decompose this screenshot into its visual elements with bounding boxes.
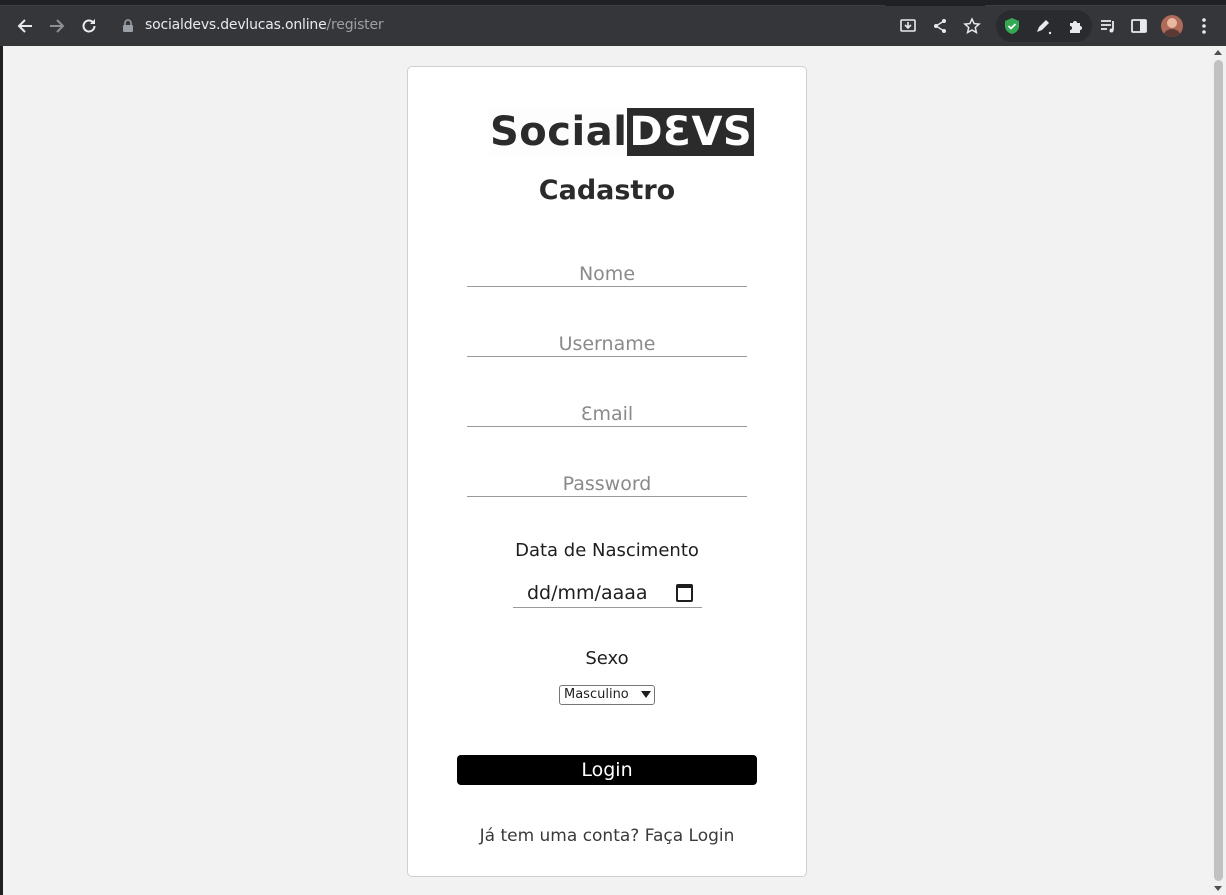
sex-select[interactable]: Masculino <box>559 685 655 705</box>
pen-icon[interactable] <box>1032 15 1054 37</box>
reload-icon[interactable] <box>77 14 101 38</box>
scroll-thumb[interactable] <box>1214 60 1223 881</box>
scroll-down-arrow-icon[interactable] <box>1214 886 1222 891</box>
kebab-menu-icon[interactable] <box>1193 15 1215 37</box>
chevron-down-icon <box>641 691 651 698</box>
back-arrow-icon[interactable] <box>13 14 37 38</box>
forward-arrow-icon[interactable] <box>45 14 69 38</box>
install-icon[interactable] <box>897 15 919 37</box>
media-queue-icon[interactable] <box>1097 15 1119 37</box>
page-title: Cadastro <box>538 175 676 206</box>
puzzle-icon[interactable] <box>1065 15 1087 37</box>
logo-text-devs: DƐVS <box>627 108 755 156</box>
site-logo: Social DƐVS <box>490 108 755 156</box>
birth-date-input[interactable]: dd/mm/aaaa <box>513 580 702 608</box>
url-path: /register <box>326 17 384 33</box>
login-link[interactable]: Já tem uma conta? Faça Login <box>408 826 806 846</box>
password-field[interactable] <box>467 471 747 497</box>
url-text[interactable]: socialdevs.devlucas.online/register <box>145 17 384 33</box>
share-icon[interactable] <box>929 15 951 37</box>
username-field[interactable] <box>467 331 747 357</box>
browser-toolbar: socialdevs.devlucas.online/register <box>0 6 1226 46</box>
sex-selected-value: Masculino <box>564 687 629 702</box>
lock-icon[interactable] <box>122 19 134 38</box>
browser-chrome: socialdevs.devlucas.online/register <box>0 0 1226 46</box>
side-panel-icon[interactable] <box>1128 15 1150 37</box>
profile-avatar[interactable] <box>1161 15 1183 37</box>
sex-label: Sexo <box>585 648 629 669</box>
scroll-up-arrow-icon[interactable] <box>1214 50 1222 55</box>
register-card: Social DƐVS Cadastro Data de Nascimento … <box>407 66 807 877</box>
vertical-scrollbar[interactable] <box>1211 46 1226 895</box>
logo-text-social: Social <box>490 108 628 156</box>
birth-date-label: Data de Nascimento <box>515 540 699 561</box>
calendar-icon[interactable] <box>676 584 693 602</box>
birth-date-value: dd/mm/aaaa <box>527 582 648 604</box>
email-field[interactable] <box>467 401 747 427</box>
shield-icon[interactable] <box>1001 15 1023 37</box>
submit-button[interactable]: Login <box>457 755 757 785</box>
star-icon[interactable] <box>961 15 983 37</box>
name-field[interactable] <box>467 261 747 287</box>
url-host: socialdevs.devlucas.online <box>145 17 327 33</box>
